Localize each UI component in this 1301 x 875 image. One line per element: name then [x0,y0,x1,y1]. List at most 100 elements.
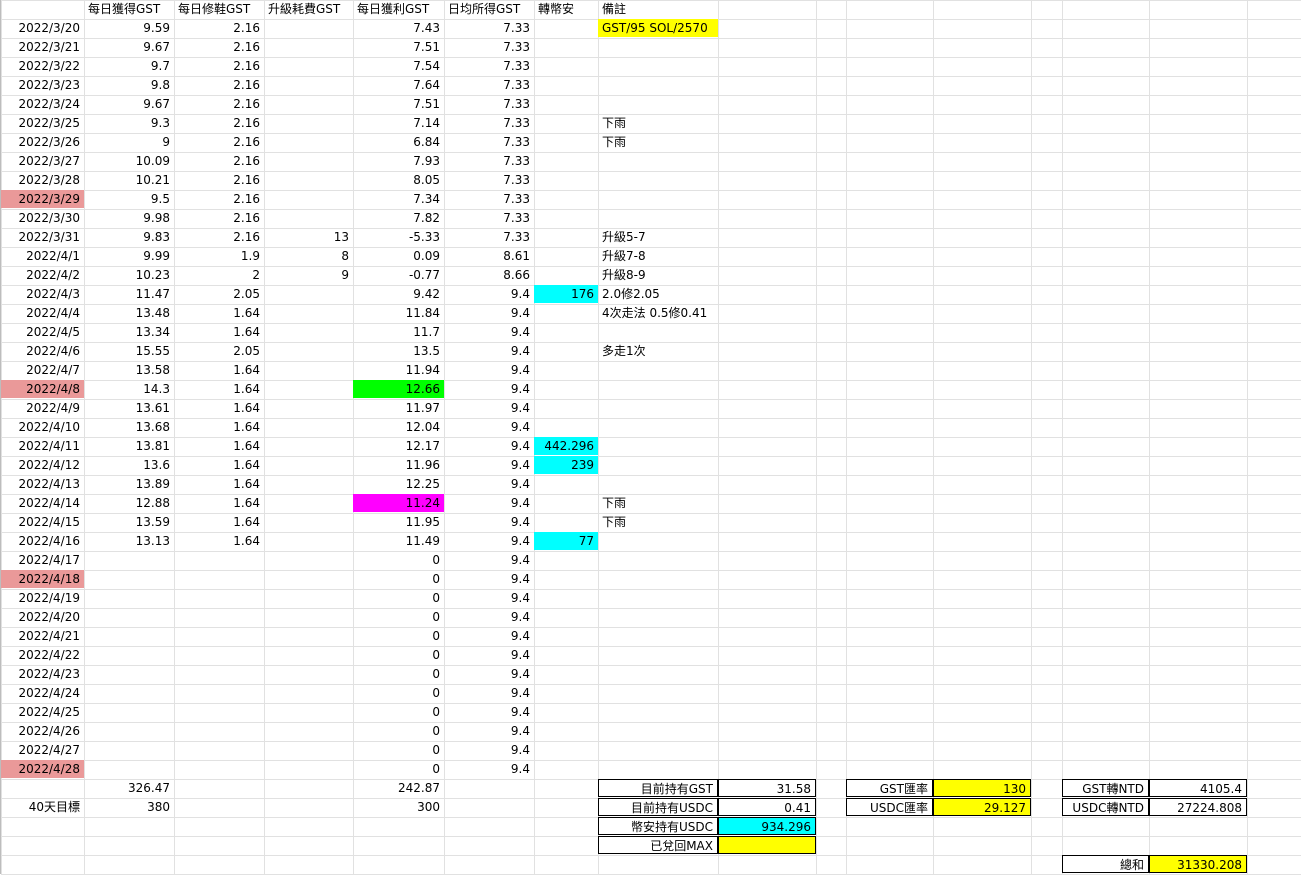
note-cell[interactable] [598,608,718,626]
repair-cell[interactable]: 2.16 [174,95,264,113]
date-cell[interactable]: 2022/4/15 [1,513,84,531]
upgrade-cell[interactable] [264,399,353,417]
date-cell[interactable]: 2022/4/20 [1,608,84,626]
upgrade-cell[interactable]: 13 [264,228,353,246]
profit-cell[interactable]: 7.14 [353,114,444,132]
repair-cell[interactable]: 1.64 [174,513,264,531]
note-cell[interactable] [598,399,718,417]
profit-cell[interactable]: 0 [353,551,444,569]
repair-cell[interactable] [174,551,264,569]
date-cell[interactable]: 2022/4/12 [1,456,84,474]
avg-cell[interactable]: 9.4 [444,646,534,664]
upgrade-cell[interactable] [264,133,353,151]
repair-cell[interactable] [174,760,264,778]
profit-cell[interactable]: 11.7 [353,323,444,341]
note-cell[interactable]: 下雨 [598,513,718,531]
target-profit[interactable]: 300 [353,798,444,816]
profit-cell[interactable]: 7.93 [353,152,444,170]
avg-cell[interactable]: 9.4 [444,741,534,759]
avg-cell[interactable]: 9.4 [444,722,534,740]
binance-cell[interactable] [534,665,598,683]
gain-cell[interactable]: 12.88 [84,494,174,512]
gain-cell[interactable]: 10.09 [84,152,174,170]
gain-cell[interactable]: 13.34 [84,323,174,341]
holding-label[interactable]: 已兌回MAX [598,836,718,854]
upgrade-cell[interactable] [264,95,353,113]
repair-cell[interactable]: 2.16 [174,19,264,37]
note-cell[interactable] [598,57,718,75]
ntd-label[interactable]: GST轉NTD [1062,779,1149,797]
avg-cell[interactable]: 9.4 [444,361,534,379]
gain-cell[interactable]: 9.99 [84,247,174,265]
binance-cell[interactable] [534,722,598,740]
note-cell[interactable]: 下雨 [598,494,718,512]
repair-cell[interactable]: 2.16 [174,171,264,189]
date-cell[interactable]: 2022/3/28 [1,171,84,189]
upgrade-cell[interactable] [264,380,353,398]
profit-cell[interactable]: 0 [353,703,444,721]
binance-cell[interactable] [534,247,598,265]
date-cell[interactable]: 2022/4/26 [1,722,84,740]
column-header[interactable]: 升級耗費GST [264,0,353,18]
upgrade-cell[interactable]: 9 [264,266,353,284]
binance-cell[interactable] [534,95,598,113]
holding-label[interactable]: 目前持有GST [598,779,718,797]
upgrade-cell[interactable] [264,76,353,94]
upgrade-cell[interactable] [264,760,353,778]
date-cell[interactable]: 2022/4/21 [1,627,84,645]
note-cell[interactable] [598,323,718,341]
avg-cell[interactable]: 7.33 [444,133,534,151]
avg-cell[interactable]: 7.33 [444,114,534,132]
repair-cell[interactable]: 2.05 [174,342,264,360]
repair-cell[interactable]: 1.64 [174,437,264,455]
gain-cell[interactable]: 13.81 [84,437,174,455]
holding-label[interactable]: 幣安持有USDC [598,817,718,835]
gain-cell[interactable]: 11.47 [84,285,174,303]
profit-cell[interactable]: 7.43 [353,19,444,37]
repair-cell[interactable]: 2 [174,266,264,284]
upgrade-cell[interactable] [264,589,353,607]
upgrade-cell[interactable] [264,285,353,303]
sum-label[interactable]: 總和 [1062,855,1149,873]
avg-cell[interactable]: 9.4 [444,532,534,550]
note-cell[interactable]: 下雨 [598,114,718,132]
binance-cell[interactable] [534,703,598,721]
note-cell[interactable] [598,627,718,645]
binance-cell[interactable] [534,342,598,360]
gain-cell[interactable]: 13.6 [84,456,174,474]
binance-cell[interactable] [534,19,598,37]
date-cell[interactable]: 2022/4/17 [1,551,84,569]
note-cell[interactable] [598,171,718,189]
holding-value[interactable]: 0.41 [718,798,816,816]
profit-cell[interactable]: 7.34 [353,190,444,208]
avg-cell[interactable]: 9.4 [444,342,534,360]
target-gain[interactable]: 380 [84,798,174,816]
date-cell[interactable]: 2022/4/27 [1,741,84,759]
note-cell[interactable] [598,665,718,683]
holding-value[interactable]: 934.296 [718,817,816,835]
binance-cell[interactable] [534,570,598,588]
date-cell[interactable]: 2022/3/24 [1,95,84,113]
note-cell[interactable] [598,95,718,113]
date-cell[interactable]: 2022/4/25 [1,703,84,721]
sum-value[interactable]: 31330.208 [1149,855,1247,873]
upgrade-cell[interactable] [264,494,353,512]
upgrade-cell[interactable] [264,703,353,721]
gain-cell[interactable] [84,608,174,626]
note-cell[interactable] [598,741,718,759]
gain-cell[interactable]: 9.67 [84,38,174,56]
avg-cell[interactable]: 7.33 [444,152,534,170]
upgrade-cell[interactable] [264,475,353,493]
profit-cell[interactable]: -0.77 [353,266,444,284]
binance-cell[interactable] [534,684,598,702]
ntd-value[interactable]: 27224.808 [1149,798,1247,816]
rate-value[interactable]: 29.127 [933,798,1031,816]
repair-cell[interactable] [174,741,264,759]
binance-cell[interactable] [534,361,598,379]
avg-cell[interactable]: 8.61 [444,247,534,265]
binance-cell[interactable] [534,114,598,132]
profit-cell[interactable]: 11.84 [353,304,444,322]
date-cell[interactable]: 2022/3/22 [1,57,84,75]
repair-cell[interactable]: 2.16 [174,190,264,208]
profit-cell[interactable]: 0 [353,589,444,607]
